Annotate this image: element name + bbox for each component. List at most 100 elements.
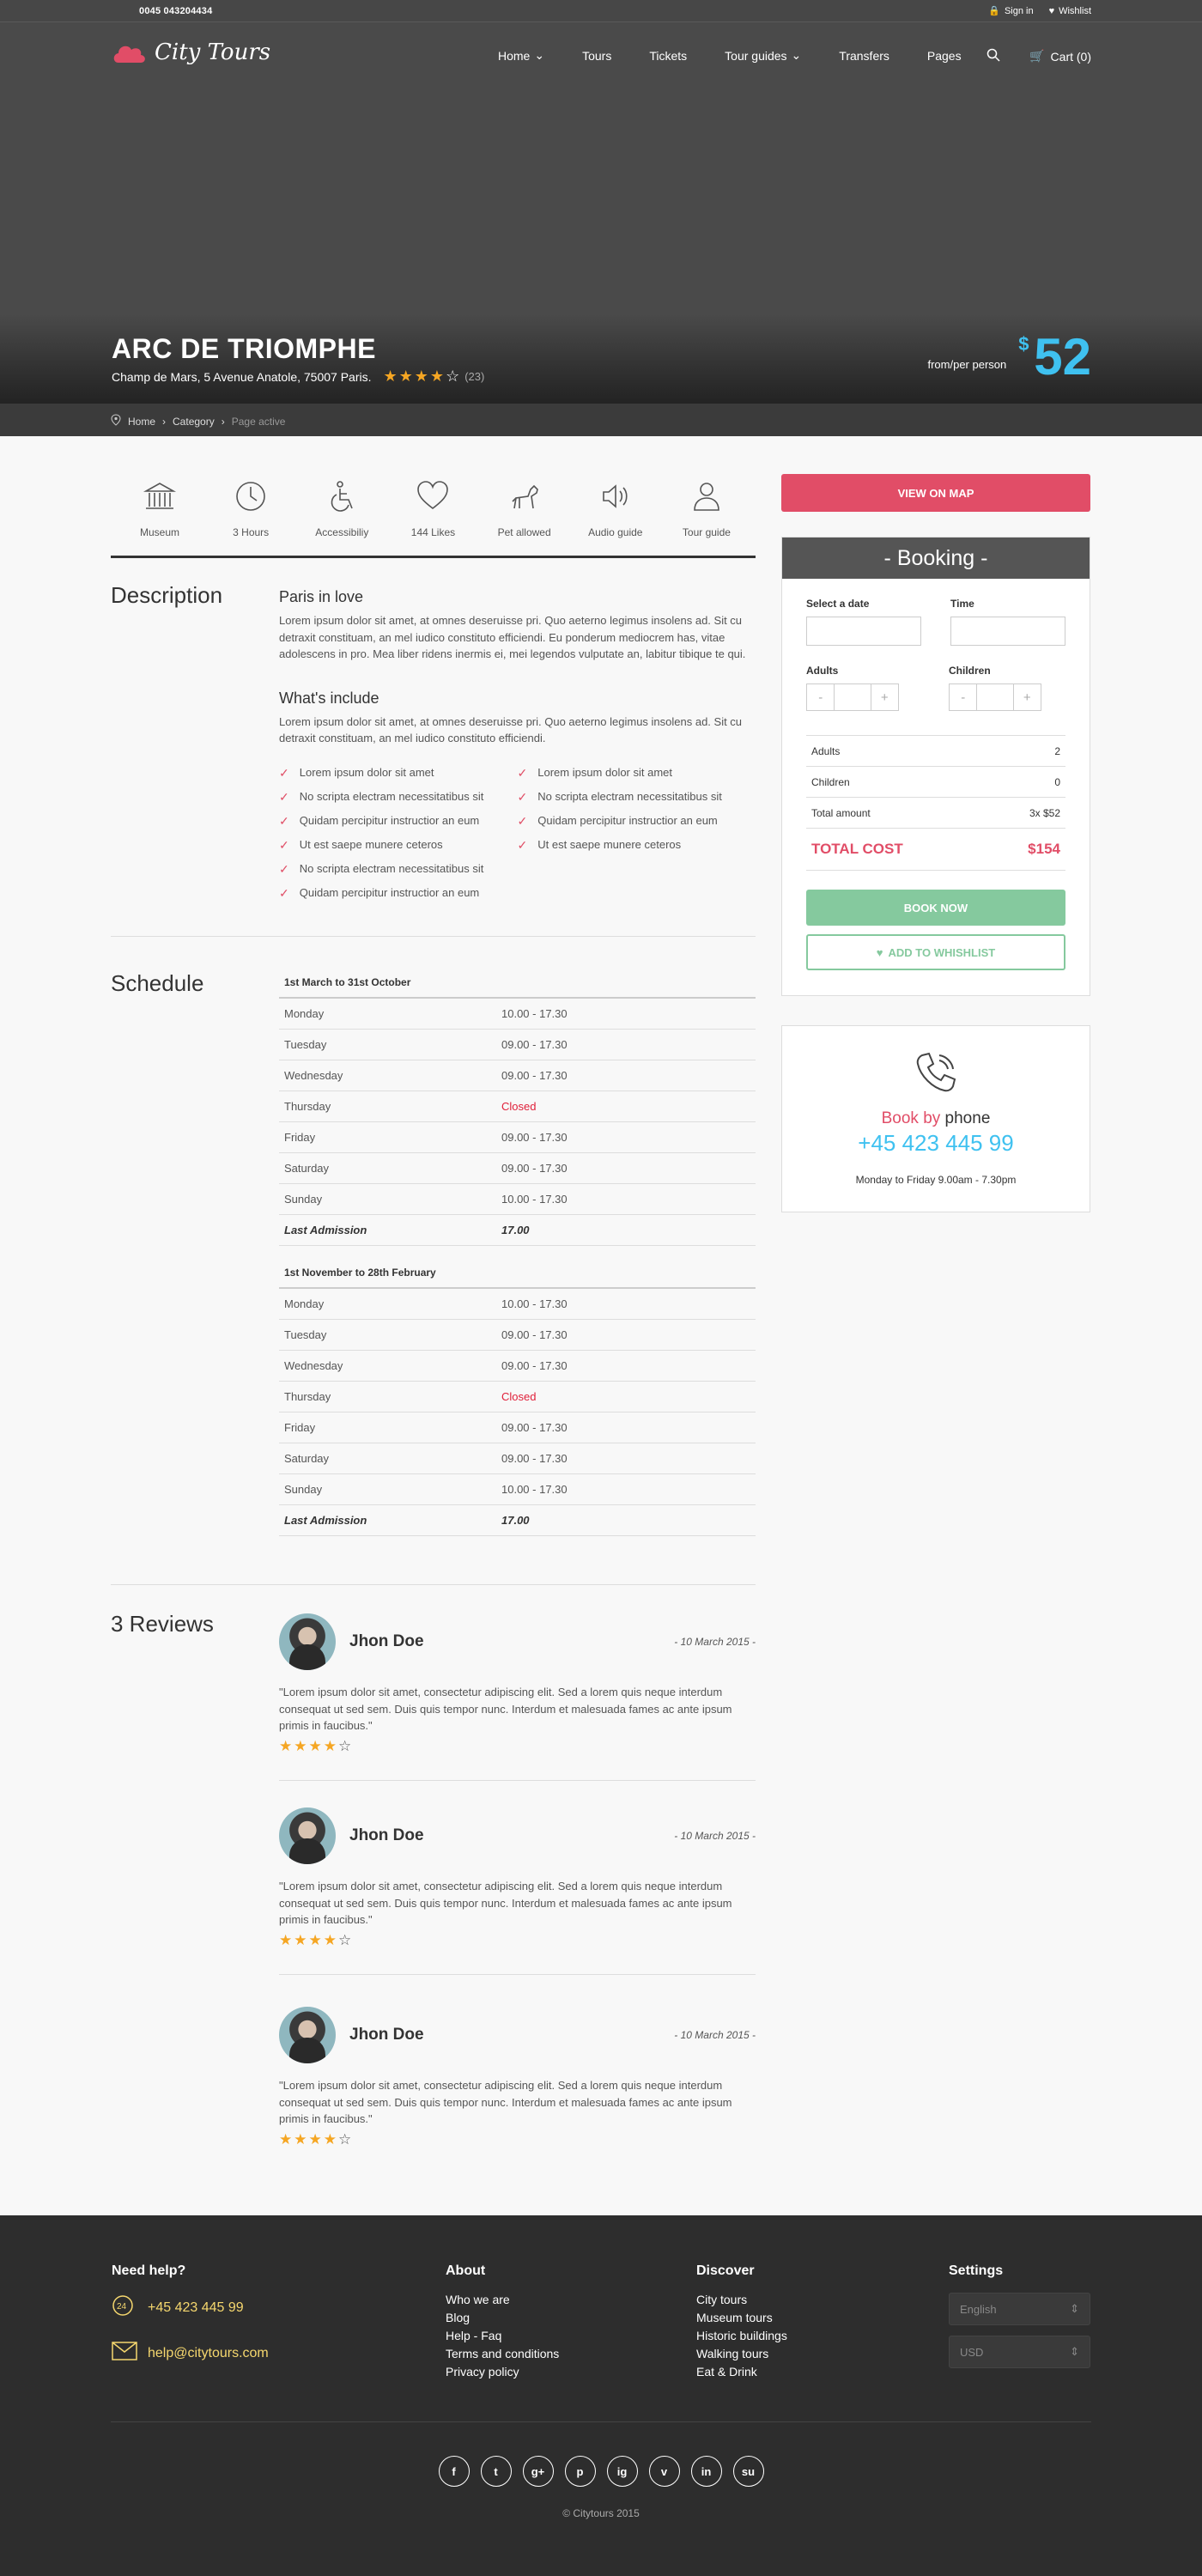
nav-item-pages[interactable]: Pages (927, 48, 962, 63)
booking-panel: - Booking - Select a date Time Adults - … (781, 537, 1090, 996)
phone-number[interactable]: +45 423 445 99 (782, 1130, 1090, 1157)
footer-link[interactable]: Who we are (446, 2293, 559, 2306)
updown-icon: ⇕ (1070, 2345, 1079, 2358)
schedule-hours: 10.00 - 17.30 (501, 1297, 568, 1310)
star-filled-icon: ★ (279, 1737, 294, 1754)
footer-link[interactable]: Museum tours (696, 2311, 787, 2324)
date-input[interactable] (806, 617, 921, 646)
heart-icon: ♥ (1048, 5, 1055, 16)
footer-link[interactable]: City tours (696, 2293, 787, 2306)
review-text: "Lorem ipsum dolor sit amet, consectetur… (279, 2079, 732, 2125)
about-heading: About (446, 2263, 486, 2278)
features-bar: Museum 3 Hours Accessibiliy 144 Likes Pet al… (111, 477, 756, 558)
check-icon: ✓ (517, 837, 528, 852)
footer-link[interactable]: Walking tours (696, 2347, 787, 2360)
nav-item-label: Tours (582, 48, 612, 63)
schedule-day: Thursday (284, 1099, 331, 1113)
footer-link[interactable]: Terms and conditions (446, 2347, 559, 2360)
breadcrumb-active: Page active (231, 415, 286, 428)
time-input[interactable] (950, 617, 1065, 646)
nav-item-tours[interactable]: Tours (582, 48, 611, 63)
feature-museum: Museum (121, 477, 198, 556)
children-input[interactable] (976, 684, 1014, 710)
instagram-icon[interactable]: ig (606, 2456, 638, 2487)
schedule-day: Last Admission (284, 1513, 367, 1527)
check-icon: ✓ (517, 765, 528, 780)
includes-text: Lorem ipsum dolor sit amet, at omnes des… (279, 714, 743, 745)
footer-email[interactable]: help@citytours.com (112, 2342, 269, 2365)
schedule-hours: 09.00 - 17.30 (501, 1037, 568, 1051)
footer-link[interactable]: Help - Faq (446, 2329, 559, 2342)
children-minus-button[interactable]: - (950, 684, 976, 710)
star-filled-icon: ★ (308, 1931, 324, 1948)
feature-dog: Pet allowed (486, 477, 563, 556)
nav-item-transfers[interactable]: Transfers (839, 48, 889, 63)
price-label: from/per person (927, 358, 1007, 371)
star-filled-icon: ★ (429, 368, 446, 385)
include-text: No scripta electram necessitatibus sit (299, 790, 484, 804)
top-phone[interactable]: 0045 043204434 (139, 6, 212, 16)
adults-plus-button[interactable]: + (871, 684, 898, 710)
nav-item-home[interactable]: Home ⌄ (498, 48, 544, 63)
footer-link[interactable]: Historic buildings (696, 2329, 787, 2342)
review-date: - 10 March 2015 - (674, 1636, 756, 1648)
schedule-table: 1st November to 28th February Monday 10.00… (279, 1265, 756, 1536)
children-plus-button[interactable]: + (1014, 684, 1041, 710)
view-on-map-button[interactable]: VIEW ON MAP (781, 474, 1090, 512)
twitter-icon[interactable]: t (480, 2456, 512, 2487)
include-item: ✓ Lorem ipsum dolor sit amet (518, 764, 756, 782)
cart-button[interactable]: 🛒 Cart (0) (1029, 49, 1091, 64)
review-item: Jhon Doe - 10 March 2015 - "Lorem ipsum do… (279, 2005, 756, 2148)
signin-link[interactable]: 🔒 Sign in (988, 5, 1033, 17)
language-select[interactable]: English ⇕ (949, 2293, 1090, 2325)
wheelchair-icon (303, 477, 380, 516)
schedule-row: Tuesday 09.00 - 17.30 (279, 1320, 756, 1351)
logo[interactable]: City Tours (112, 39, 270, 65)
copyright: © Citytours 2015 (562, 2507, 640, 2519)
footer-link[interactable]: Eat & Drink (696, 2365, 787, 2379)
stumbleupon-icon[interactable]: su (732, 2456, 764, 2487)
feature-label: Accessibiliy (315, 526, 369, 538)
schedule-row: Wednesday 09.00 - 17.30 (279, 1060, 756, 1091)
adults-input[interactable] (834, 684, 871, 710)
chevron-right-icon: › (221, 415, 225, 428)
review-date: - 10 March 2015 - (674, 1830, 756, 1842)
breadcrumb-category[interactable]: Category (173, 416, 215, 428)
search-icon[interactable] (986, 48, 1000, 64)
star-empty-icon: ☆ (338, 2130, 354, 2148)
star-empty-icon: ☆ (338, 1931, 354, 1948)
nav-item-tour-guides[interactable]: Tour guides ⌄ (725, 48, 801, 63)
nav-item-tickets[interactable]: Tickets (649, 48, 687, 63)
wishlist-link[interactable]: ♥ Wishlist (1049, 5, 1091, 16)
schedule-row: Saturday 09.00 - 17.30 (279, 1443, 756, 1474)
star-filled-icon: ★ (294, 1931, 309, 1948)
schedule-day: Tuesday (284, 1327, 327, 1341)
footer-about: About Who we are Blog Help - Faq Terms and … (446, 2263, 559, 2383)
footer-link[interactable]: Privacy policy (446, 2365, 559, 2379)
book-now-button[interactable]: BOOK NOW (806, 890, 1065, 926)
google-plus-icon[interactable]: g+ (522, 2456, 554, 2487)
description-text: Lorem ipsum dolor sit amet, at omnes des… (279, 614, 746, 660)
currency-symbol: $ (1018, 333, 1029, 355)
avatar (279, 1807, 336, 1864)
schedule-table: 1st March to 31st October Monday 10.00 - 1… (279, 975, 756, 1246)
breadcrumb-home[interactable]: Home (128, 416, 155, 428)
vimeo-icon[interactable]: v (648, 2456, 680, 2487)
currency-select[interactable]: USD ⇕ (949, 2336, 1090, 2368)
footer-link[interactable]: Blog (446, 2311, 559, 2324)
review-rating: ★★★★☆ (279, 1932, 756, 1949)
linkedin-icon[interactable]: in (690, 2456, 722, 2487)
star-filled-icon: ★ (383, 368, 399, 385)
facebook-icon[interactable]: f (438, 2456, 470, 2487)
hero-rating: ★★★★☆ (384, 368, 462, 386)
nav-item-label: Transfers (839, 48, 889, 63)
footer-phone[interactable]: 24 +45 423 445 99 (112, 2293, 269, 2323)
schedule-row: Monday 10.00 - 17.30 (279, 999, 756, 1030)
review-date: - 10 March 2015 - (674, 2029, 756, 2041)
book-by-phone-label: Book by phone (782, 1109, 1090, 1128)
review-text: "Lorem ipsum dolor sit amet, consectetur… (279, 1686, 732, 1732)
pinterest-icon[interactable]: p (564, 2456, 596, 2487)
add-to-wishlist-button[interactable]: ♥ ADD TO WHISHLIST (806, 934, 1065, 970)
adults-minus-button[interactable]: - (807, 684, 834, 710)
divider (279, 1780, 756, 1781)
